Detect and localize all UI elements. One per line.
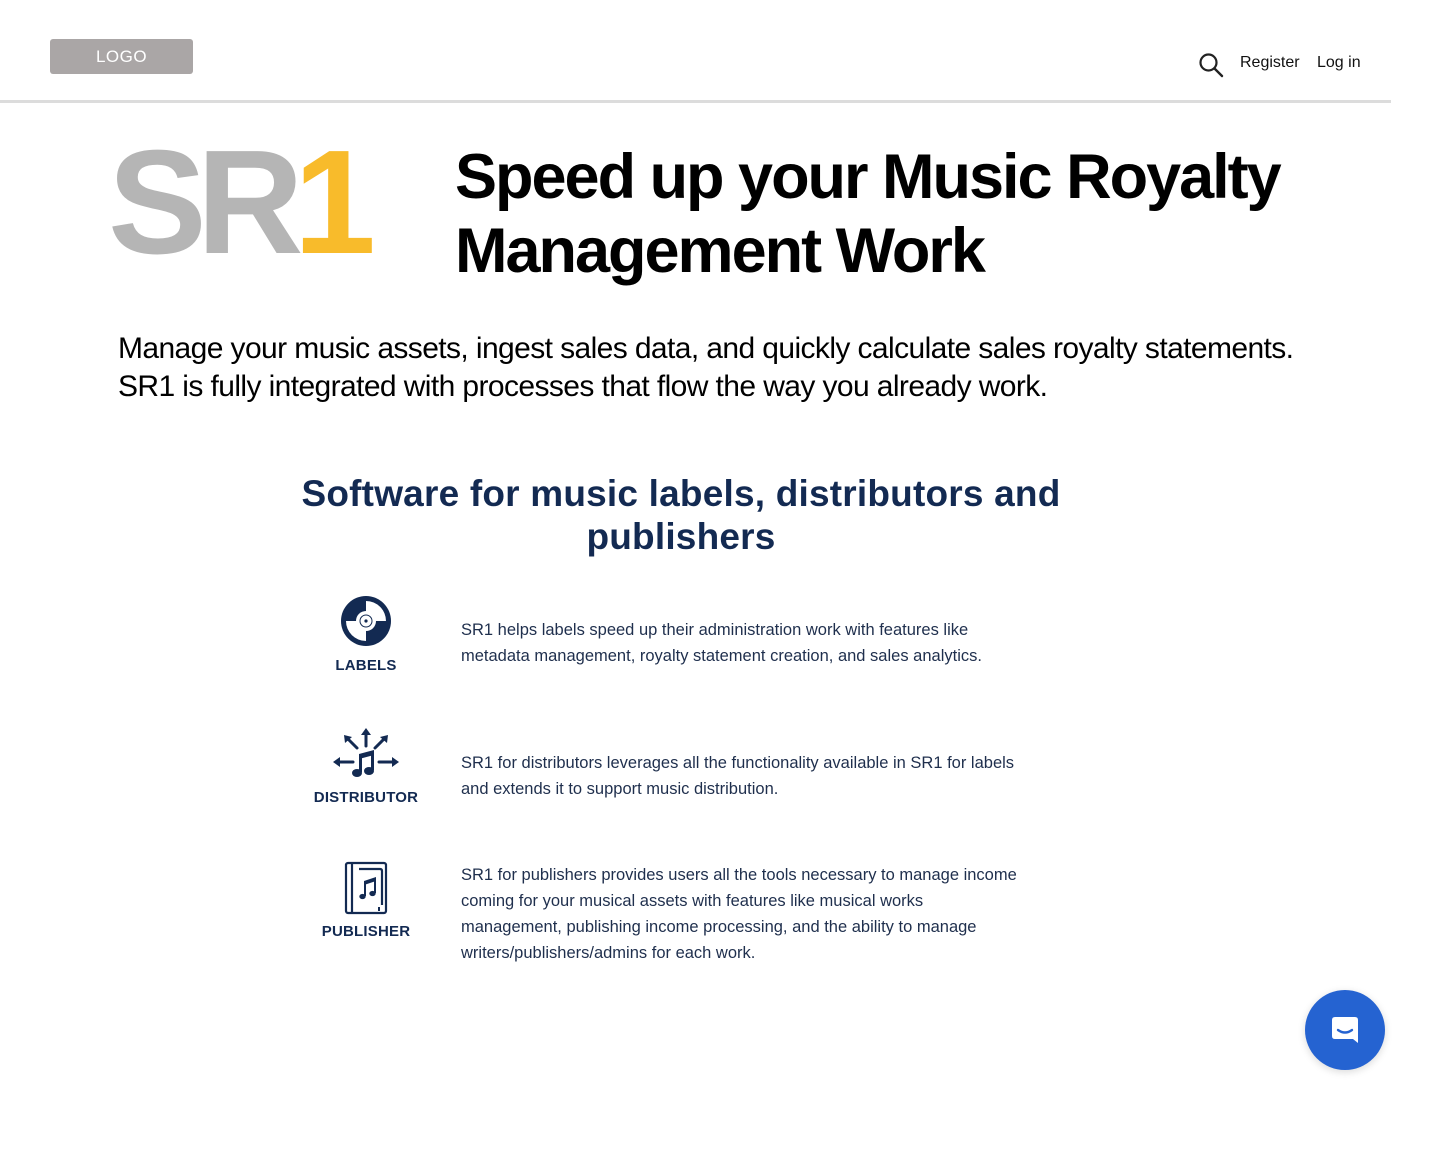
- labels-label: LABELS: [335, 657, 397, 674]
- logo-placeholder[interactable]: LOGO: [50, 39, 193, 74]
- publisher-description: SR1 for publishers provides users all th…: [461, 866, 1017, 962]
- distributor-description: SR1 for distributors leverages all the f…: [461, 754, 1015, 798]
- site-header: LOGO Register Log in: [0, 0, 1391, 103]
- music-distribution-icon: [333, 728, 399, 777]
- features-title: Software for music labels, distributors …: [301, 473, 1061, 557]
- chat-bubble-icon: [1332, 1017, 1358, 1043]
- labels-description: SR1 helps labels speed up their administ…: [461, 621, 982, 665]
- chat-launcher-button[interactable]: [1305, 990, 1385, 1070]
- publisher-label: PUBLISHER: [321, 923, 411, 940]
- distributor-label: DISTRIBUTOR: [313, 789, 419, 806]
- login-link[interactable]: Log in: [1317, 54, 1361, 72]
- brand-number: 1: [293, 120, 376, 285]
- sr1-brand-mark: SR1: [108, 128, 376, 278]
- music-book-icon: [344, 861, 388, 915]
- brand-letters: SR: [108, 120, 304, 285]
- search-icon[interactable]: [1198, 52, 1224, 78]
- hero-subtitle: Manage your music assets, ingest sales d…: [118, 332, 1294, 403]
- vinyl-record-icon: [341, 596, 391, 646]
- landing-page: LOGO Register Log in SR1 Speed up your M…: [0, 0, 1440, 1165]
- register-link[interactable]: Register: [1240, 54, 1300, 72]
- hero-title: Speed up your Music Royalty Management W…: [455, 142, 1282, 286]
